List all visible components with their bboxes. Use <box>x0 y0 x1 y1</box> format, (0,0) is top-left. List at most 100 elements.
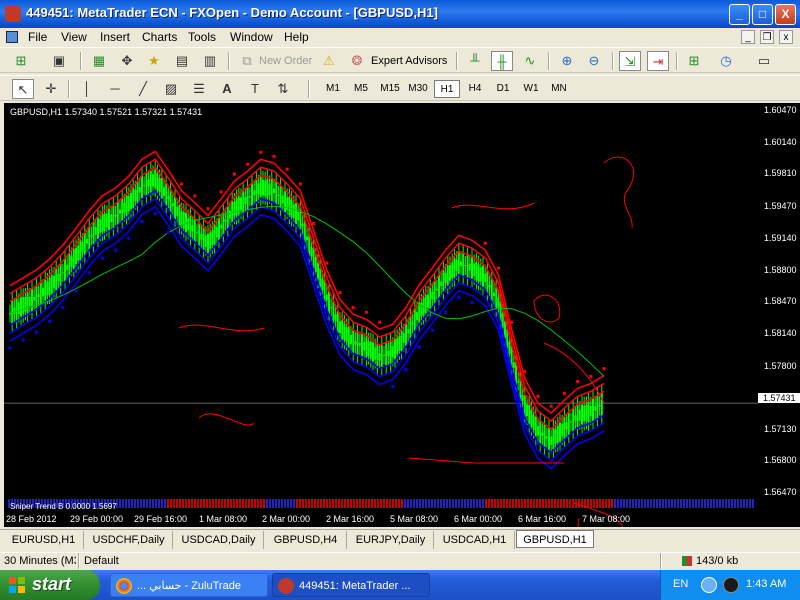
tab-eurjpy-daily[interactable]: EURJPY,Daily <box>348 531 434 549</box>
fibonacci-icon[interactable]: ☰ <box>188 79 210 99</box>
candle-body <box>42 287 44 297</box>
menu-view[interactable]: View <box>61 30 87 44</box>
tab-usdcad-h1[interactable]: USDCAD,H1 <box>435 531 515 549</box>
title-bar[interactable]: 449451: MetaTrader ECN - FXOpen - Demo A… <box>0 0 800 28</box>
channel-icon[interactable]: ▨ <box>160 79 182 99</box>
bar-chart-icon[interactable]: ╨ <box>464 51 486 71</box>
candle-body <box>193 218 196 243</box>
tab-usdcad-daily[interactable]: USDCAD,Daily <box>174 531 264 549</box>
indicator-bar <box>332 499 334 508</box>
profiles-icon[interactable]: ▣ <box>48 51 70 71</box>
timeframe-m30[interactable]: M30 <box>404 80 432 98</box>
minimize-button[interactable]: _ <box>729 4 750 25</box>
text-icon[interactable]: A <box>216 79 238 99</box>
timeframe-h4[interactable]: H4 <box>462 80 488 98</box>
trend-stop-marker <box>21 338 25 342</box>
price-tick: 1.60470 <box>764 105 797 115</box>
timeframe-mn[interactable]: MN <box>546 80 572 98</box>
alert-icon[interactable]: ⚠ <box>318 51 340 71</box>
indicator-bar <box>593 499 595 508</box>
candle-body <box>354 341 357 345</box>
menu-file[interactable]: File <box>28 30 47 44</box>
menu-tools[interactable]: Tools <box>188 30 216 44</box>
autoscroll-icon[interactable]: ⇲ <box>619 51 641 71</box>
zoom-in-icon[interactable]: ⊕ <box>556 51 578 71</box>
menu-help[interactable]: Help <box>284 30 309 44</box>
taskbar-item-zulutrade[interactable]: ... حسابي - ZuluTrade <box>110 573 268 597</box>
tray-app-icon[interactable] <box>723 577 739 593</box>
price-chart[interactable] <box>4 103 758 527</box>
indicator-bar <box>440 499 442 508</box>
expert-advisors-button[interactable]: Expert Advisors <box>371 55 447 67</box>
navigator-icon[interactable]: ✥ <box>116 51 138 71</box>
vertical-line-icon[interactable]: │ <box>76 79 98 99</box>
tab-eurusd-h1[interactable]: EURUSD,H1 <box>4 531 84 549</box>
indicator-bar <box>335 499 337 508</box>
terminal-icon[interactable]: ▤ <box>171 51 193 71</box>
timeframe-m1[interactable]: M1 <box>320 80 346 98</box>
crosshair-icon[interactable]: ✛ <box>40 79 62 99</box>
line-chart-icon[interactable]: ∿ <box>519 51 541 71</box>
cursor-icon[interactable]: ↖ <box>12 79 34 99</box>
current-price-tag: 1.57431 <box>758 393 800 403</box>
candle-body <box>389 341 392 364</box>
price-scale[interactable]: 1.60470 1.60140 1.59810 1.59470 1.59140 … <box>758 103 800 527</box>
timeframe-h1[interactable]: H1 <box>434 80 460 98</box>
periods-icon[interactable]: ◷ <box>715 51 737 71</box>
zoom-out-icon[interactable]: ⊖ <box>583 51 605 71</box>
menu-insert[interactable]: Insert <box>100 30 130 44</box>
indicator-bar <box>626 499 628 508</box>
candle-body <box>202 227 205 250</box>
tab-usdchf-daily[interactable]: USDCHF,Daily <box>85 531 173 549</box>
trend-stop-marker <box>219 190 223 194</box>
indicator-bar <box>743 499 745 508</box>
taskbar-item-metatrader[interactable]: 449451: MetaTrader ... <box>272 573 430 597</box>
market-watch-icon[interactable]: ▦ <box>88 51 110 71</box>
templates-icon[interactable]: ▭ <box>753 51 775 71</box>
indicator-bar <box>410 499 412 508</box>
candle-body <box>319 268 322 288</box>
menu-charts[interactable]: Charts <box>142 30 177 44</box>
indicator-bar <box>581 499 583 508</box>
start-button[interactable]: start <box>0 570 100 600</box>
indicator-bar <box>569 499 571 508</box>
timeframe-w1[interactable]: W1 <box>518 80 544 98</box>
arrows-icon[interactable]: ⇅ <box>272 79 294 99</box>
tab-gbpusd-h4[interactable]: GBPUSD,H4 <box>265 531 347 549</box>
tab-gbpusd-h1[interactable]: GBPUSD,H1 <box>516 530 594 548</box>
maximize-button[interactable]: □ <box>752 4 773 25</box>
language-indicator[interactable]: EN <box>673 578 688 590</box>
text-label-icon[interactable]: T <box>244 79 266 99</box>
candlestick-icon[interactable]: ╫ <box>491 51 513 71</box>
indicator-bar <box>389 499 391 508</box>
strategy-tester-icon[interactable]: ▥ <box>199 51 221 71</box>
mdi-restore-button[interactable]: ❐ <box>760 30 774 44</box>
chart-shift-icon[interactable]: ⇥ <box>647 51 669 71</box>
indicator-bar <box>167 499 169 508</box>
trendline-icon[interactable]: ╱ <box>132 79 154 99</box>
menu-window[interactable]: Window <box>230 30 273 44</box>
indicators-icon[interactable]: ⊞ <box>683 51 705 71</box>
close-button[interactable]: X <box>775 4 796 25</box>
candle-body <box>103 213 106 232</box>
chart-area[interactable]: GBPUSD,H1 1.57340 1.57521 1.57321 1.5743… <box>4 103 800 527</box>
candle-body <box>486 270 489 294</box>
new-chart-icon[interactable]: ⊞ <box>10 51 32 71</box>
mdi-close-button[interactable]: x <box>779 30 793 44</box>
timeframe-m5[interactable]: M5 <box>348 80 374 98</box>
candle-body <box>196 232 198 234</box>
candle-body <box>471 257 473 279</box>
indicator-bar <box>653 499 655 508</box>
trend-stop-marker <box>364 310 368 314</box>
timeframe-d1[interactable]: D1 <box>490 80 516 98</box>
horizontal-line-icon[interactable]: ─ <box>104 79 126 99</box>
indicator-bar <box>455 499 457 508</box>
candle-body <box>548 427 550 451</box>
mdi-minimize-button[interactable]: _ <box>741 30 755 44</box>
data-window-icon[interactable]: ★ <box>143 51 165 71</box>
tray-arrow-icon[interactable] <box>701 577 717 593</box>
new-order-button[interactable]: New Order <box>259 55 312 67</box>
candle-body <box>427 294 429 308</box>
candle-body <box>455 260 458 271</box>
timeframe-m15[interactable]: M15 <box>376 80 404 98</box>
